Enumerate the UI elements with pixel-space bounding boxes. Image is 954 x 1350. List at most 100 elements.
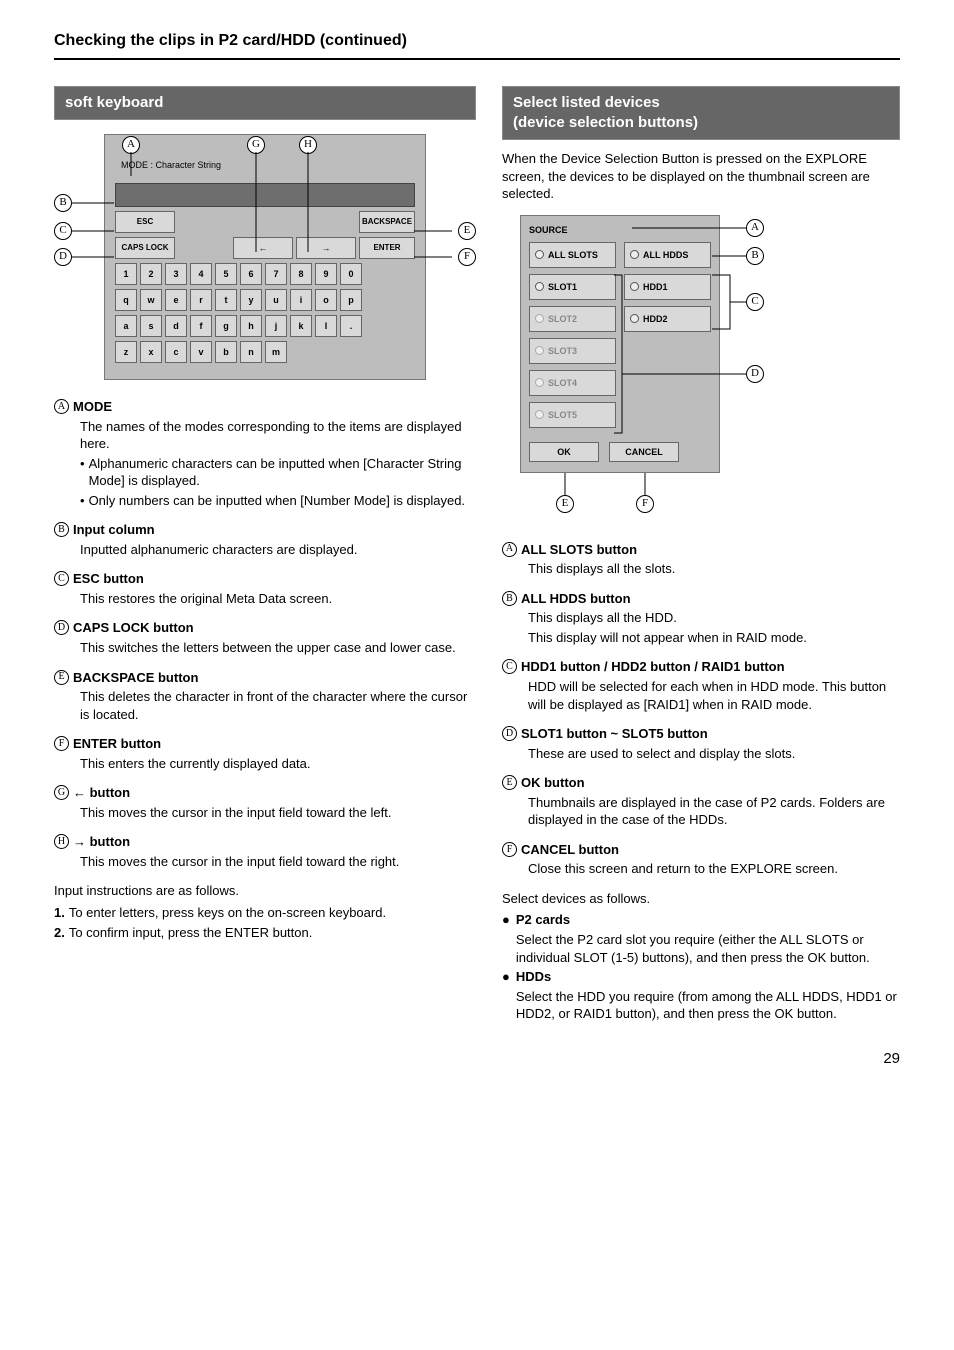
key-i[interactable]: i bbox=[290, 289, 312, 311]
key-t[interactable]: t bbox=[215, 289, 237, 311]
key-.[interactable]: . bbox=[340, 315, 362, 337]
all-slots-button[interactable]: ALL SLOTS bbox=[529, 242, 616, 268]
label-B: B bbox=[54, 522, 69, 537]
slot4-button[interactable]: SLOT4 bbox=[529, 370, 616, 396]
def-A-bullet-0: Alphanumeric characters can be inputted … bbox=[89, 455, 476, 490]
label-D: D bbox=[54, 620, 69, 635]
slot2-button[interactable]: SLOT2 bbox=[529, 306, 616, 332]
label-F: F bbox=[54, 736, 69, 751]
all-hdds-button[interactable]: ALL HDDS bbox=[624, 242, 711, 268]
key-4[interactable]: 4 bbox=[190, 263, 212, 285]
def-D-title: CAPS LOCK button bbox=[73, 619, 194, 637]
key-u[interactable]: u bbox=[265, 289, 287, 311]
dev-def-D-body: These are used to select and display the… bbox=[528, 745, 900, 763]
dev-label-B: B bbox=[502, 591, 517, 606]
keyboard-input-field[interactable] bbox=[115, 183, 415, 207]
key-e[interactable]: e bbox=[165, 289, 187, 311]
dev-def-D-title: SLOT1 button ~ SLOT5 button bbox=[521, 725, 708, 743]
key-v[interactable]: v bbox=[190, 341, 212, 363]
key-d[interactable]: d bbox=[165, 315, 187, 337]
device-selection-header: Select listed devices (device selection … bbox=[502, 86, 900, 141]
callout-G: G bbox=[247, 136, 265, 154]
key-6[interactable]: 6 bbox=[240, 263, 262, 285]
callout-C: C bbox=[54, 222, 72, 240]
key-3[interactable]: 3 bbox=[165, 263, 187, 285]
instr-2-text: To confirm input, press the ENTER button… bbox=[69, 924, 313, 942]
esc-key[interactable]: ESC bbox=[115, 211, 175, 233]
key-h[interactable]: h bbox=[240, 315, 262, 337]
key-w[interactable]: w bbox=[140, 289, 162, 311]
device-header-line1: Select listed devices bbox=[513, 94, 660, 111]
def-H-body: This moves the cursor in the input field… bbox=[80, 853, 476, 871]
callout-A: A bbox=[122, 136, 140, 154]
keyboard-definitions: A MODE The names of the modes correspond… bbox=[54, 398, 476, 870]
key-o[interactable]: o bbox=[315, 289, 337, 311]
def-A-title: MODE bbox=[73, 398, 112, 416]
device-intro: When the Device Selection Button is pres… bbox=[502, 150, 900, 203]
key-k[interactable]: k bbox=[290, 315, 312, 337]
label-C: C bbox=[54, 571, 69, 586]
dev-def-A-title: ALL SLOTS button bbox=[521, 541, 637, 559]
key-7[interactable]: 7 bbox=[265, 263, 287, 285]
key-c[interactable]: c bbox=[165, 341, 187, 363]
def-E-body: This deletes the character in front of t… bbox=[80, 688, 476, 723]
dev-label-D: D bbox=[502, 726, 517, 741]
slot3-button[interactable]: SLOT3 bbox=[529, 338, 616, 364]
key-m[interactable]: m bbox=[265, 341, 287, 363]
key-y[interactable]: y bbox=[240, 289, 262, 311]
key-p[interactable]: p bbox=[340, 289, 362, 311]
callout-B: B bbox=[54, 194, 72, 212]
instr-1-text: To enter letters, press keys on the on-s… bbox=[69, 904, 386, 922]
key-f[interactable]: f bbox=[190, 315, 212, 337]
enter-key[interactable]: ENTER bbox=[359, 237, 415, 259]
soft-keyboard-figure: MODE : Character String ESC BACKSPACE CA… bbox=[54, 134, 476, 380]
key-a[interactable]: a bbox=[115, 315, 137, 337]
key-q[interactable]: q bbox=[115, 289, 137, 311]
key-r[interactable]: r bbox=[190, 289, 212, 311]
key-j[interactable]: j bbox=[265, 315, 287, 337]
slot5-button[interactable]: SLOT5 bbox=[529, 402, 616, 428]
key-x[interactable]: x bbox=[140, 341, 162, 363]
dev-callout-F: F bbox=[636, 495, 654, 513]
right-column: Select listed devices (device selection … bbox=[502, 86, 900, 1023]
key-n[interactable]: n bbox=[240, 341, 262, 363]
dev-def-C-title: HDD1 button / HDD2 button / RAID1 button bbox=[521, 658, 785, 676]
key-2[interactable]: 2 bbox=[140, 263, 162, 285]
arrow-right-key[interactable]: → bbox=[296, 237, 356, 259]
capslock-key[interactable]: CAPS LOCK bbox=[115, 237, 175, 259]
dev-def-F-body: Close this screen and return to the EXPL… bbox=[528, 860, 900, 878]
callout-F: F bbox=[458, 248, 476, 266]
key-9[interactable]: 9 bbox=[315, 263, 337, 285]
key-1[interactable]: 1 bbox=[115, 263, 137, 285]
def-D-body: This switches the letters between the up… bbox=[80, 639, 476, 657]
key-z[interactable]: z bbox=[115, 341, 137, 363]
dev-label-F: F bbox=[502, 842, 517, 857]
label-G: G bbox=[54, 785, 69, 800]
input-instructions-lead: Input instructions are as follows. bbox=[54, 882, 476, 900]
slot1-button[interactable]: SLOT1 bbox=[529, 274, 616, 300]
dev-def-B-body2: This display will not appear when in RAI… bbox=[528, 629, 900, 647]
sel-1-head: HDDs bbox=[516, 968, 900, 986]
select-devices-list: ● P2 cards Select the P2 card slot you r… bbox=[502, 911, 900, 1022]
key-5[interactable]: 5 bbox=[215, 263, 237, 285]
dev-def-C-body: HDD will be selected for each when in HD… bbox=[528, 678, 900, 713]
dev-label-C: C bbox=[502, 659, 517, 674]
hdd1-button[interactable]: HDD1 bbox=[624, 274, 711, 300]
key-l[interactable]: l bbox=[315, 315, 337, 337]
dev-callout-E: E bbox=[556, 495, 574, 513]
def-A-body: The names of the modes corresponding to … bbox=[80, 418, 476, 453]
cancel-button[interactable]: CANCEL bbox=[609, 442, 679, 462]
key-8[interactable]: 8 bbox=[290, 263, 312, 285]
arrow-left-key[interactable]: ← bbox=[233, 237, 293, 259]
backspace-key[interactable]: BACKSPACE bbox=[359, 211, 415, 233]
key-g[interactable]: g bbox=[215, 315, 237, 337]
ok-button[interactable]: OK bbox=[529, 442, 599, 462]
key-s[interactable]: s bbox=[140, 315, 162, 337]
dev-label-E: E bbox=[502, 775, 517, 790]
dev-callout-D: D bbox=[746, 365, 764, 383]
hdd2-button[interactable]: HDD2 bbox=[624, 306, 711, 332]
key-0[interactable]: 0 bbox=[340, 263, 362, 285]
sel-1-text: Select the HDD you require (from among t… bbox=[516, 988, 900, 1023]
callout-D: D bbox=[54, 248, 72, 266]
key-b[interactable]: b bbox=[215, 341, 237, 363]
